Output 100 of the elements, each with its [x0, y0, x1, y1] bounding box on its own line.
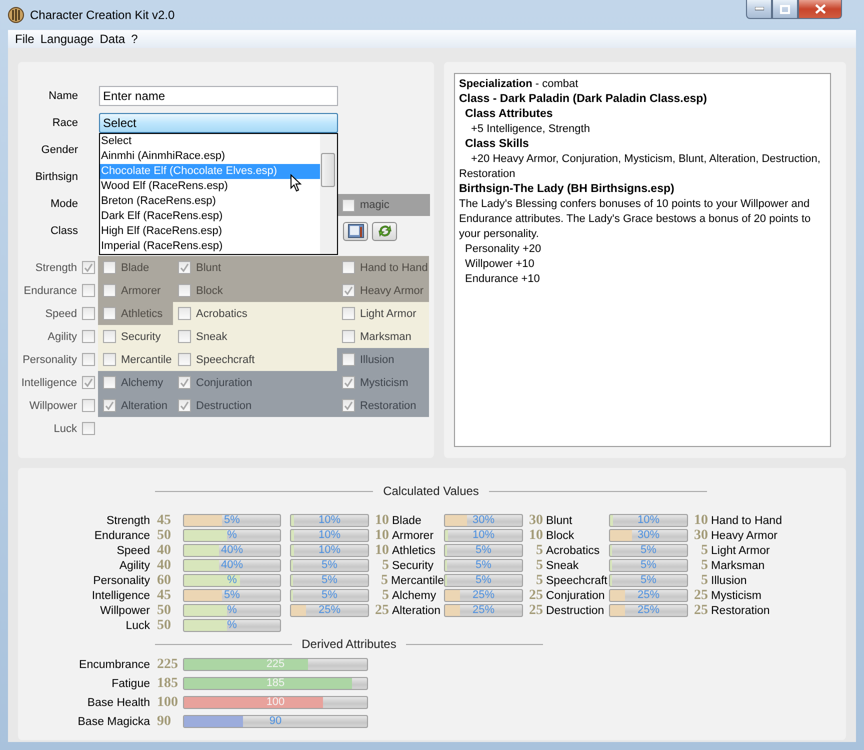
- checkbox[interactable]: [178, 284, 191, 297]
- window-title: Character Creation Kit v2.0: [30, 8, 176, 22]
- checkbox[interactable]: [82, 261, 95, 274]
- skill-label: Destruction: [196, 400, 252, 412]
- skill-name: Illusion: [711, 574, 747, 586]
- details-line: Endurance +10: [464, 272, 541, 287]
- name-field[interactable]: Enter name: [99, 86, 338, 106]
- bar-label: 25%: [317, 605, 342, 616]
- dropdown-option[interactable]: Ainmhi (AinmhiRace.esp): [100, 149, 320, 164]
- checkbox[interactable]: [178, 399, 191, 412]
- checkbox[interactable]: [82, 422, 95, 435]
- skill-value: 5: [380, 572, 388, 588]
- checkbox[interactable]: [342, 261, 355, 274]
- bar-label: 40%: [220, 545, 244, 556]
- checkbox[interactable]: [103, 261, 116, 274]
- bar-label: 10%: [317, 515, 342, 526]
- bar-label: 5%: [474, 560, 492, 571]
- checkbox[interactable]: [82, 376, 95, 389]
- menu-item[interactable]: File: [12, 32, 38, 46]
- details-line: Willpower +10: [464, 257, 536, 272]
- bar-label: 5%: [320, 560, 338, 571]
- attribute-value: 50: [156, 618, 172, 634]
- bar-label: 5%: [223, 515, 241, 526]
- checkbox[interactable]: [103, 330, 116, 343]
- dropdown-option[interactable]: Imperial (RaceRens.esp): [100, 239, 320, 254]
- race-dropdown[interactable]: Select: [99, 113, 338, 133]
- checkbox[interactable]: [178, 307, 191, 320]
- checkbox[interactable]: [103, 307, 116, 320]
- details-line: +20 Heavy Armor, Conjuration, Mysticism, Blunt, Alteration, Destruction, Restoration: [459, 152, 822, 182]
- details-line: Class Skills: [464, 137, 530, 152]
- skill-value: 5: [700, 542, 708, 558]
- dropdown-option[interactable]: High Elf (RaceRens.esp): [100, 224, 320, 239]
- minimize-button[interactable]: [746, 0, 772, 19]
- skill-value: 5: [535, 572, 543, 588]
- refresh-icon: [376, 223, 392, 239]
- checkbox[interactable]: [342, 198, 355, 212]
- details-line: The Lady's Blessing confers bonuses of 10 points to your Willpower and Endurance attributes. The Lady's Grace bestows a bonus of 20 points to your personality.: [459, 197, 812, 242]
- checkbox[interactable]: [342, 376, 355, 389]
- bar-label: 25%: [471, 590, 496, 601]
- skill-label: Conjuration: [196, 376, 252, 388]
- maximize-button[interactable]: [772, 0, 798, 19]
- refresh-button[interactable]: [372, 222, 397, 240]
- checkbox[interactable]: [82, 307, 95, 320]
- section-title: Calculated Values: [383, 484, 479, 498]
- checkbox[interactable]: [178, 261, 191, 274]
- skill-value: 25: [374, 602, 389, 618]
- cursor-icon: [290, 174, 302, 192]
- dropdown-option[interactable]: Dark Elf (RaceRens.esp): [100, 209, 320, 224]
- menu-item[interactable]: Data: [96, 32, 128, 46]
- scrollbar[interactable]: [320, 134, 337, 254]
- checkbox[interactable]: [342, 399, 355, 412]
- bar-label: 5%: [640, 560, 658, 571]
- bar-label: 40%: [220, 560, 244, 571]
- checkbox[interactable]: [342, 284, 355, 297]
- attribute-value: 100: [156, 694, 179, 710]
- checkbox[interactable]: [103, 376, 116, 389]
- attribute-label: Endurance: [24, 284, 77, 296]
- checkbox[interactable]: [342, 307, 355, 320]
- checkbox[interactable]: [103, 284, 116, 297]
- bar-label: 5%: [320, 575, 338, 586]
- skill-value: 10: [693, 512, 708, 528]
- skill-label: Heavy Armor: [360, 284, 424, 296]
- skill-name: Blade: [392, 514, 422, 526]
- checkbox[interactable]: [82, 330, 95, 343]
- bar-label: 25%: [471, 605, 496, 616]
- attribute-value: 45: [156, 512, 172, 528]
- skill-name: Blunt: [546, 514, 572, 526]
- checkbox[interactable]: [342, 353, 355, 366]
- attribute-label: Endurance: [93, 530, 150, 542]
- bar-label: 5%: [320, 590, 338, 601]
- dropdown-option[interactable]: Wood Elf (RaceRens.esp): [100, 179, 320, 194]
- checkbox[interactable]: [342, 330, 355, 343]
- attribute-label: Speed: [116, 544, 150, 556]
- dropdown-option[interactable]: Select: [100, 134, 320, 149]
- save-button[interactable]: [343, 222, 368, 240]
- checkbox[interactable]: [178, 376, 191, 389]
- menu-item[interactable]: Language: [37, 32, 97, 46]
- bar-label: 225: [265, 659, 286, 670]
- skill-name: Mercantile: [390, 574, 444, 586]
- section-title: Derived Attributes: [302, 637, 396, 651]
- menu-item[interactable]: ?: [128, 32, 141, 46]
- checkbox[interactable]: [82, 353, 95, 366]
- checkbox[interactable]: [103, 399, 116, 412]
- checkbox[interactable]: [82, 284, 95, 297]
- skill-label: Blunt: [196, 262, 222, 274]
- checkbox[interactable]: [178, 330, 191, 343]
- attribute-value: 40: [156, 558, 172, 574]
- minimize-icon: [754, 7, 764, 11]
- skill-value: 25: [528, 602, 543, 618]
- skill-value: 25: [528, 588, 543, 604]
- checkbox[interactable]: [82, 399, 95, 412]
- dropdown-option[interactable]: Breton (RaceRens.esp): [100, 194, 320, 209]
- attribute-value: 50: [156, 528, 172, 544]
- checkbox[interactable]: [103, 353, 116, 366]
- checkbox[interactable]: [178, 353, 191, 366]
- attribute-label: Luck: [54, 422, 77, 434]
- skill-name: Heavy Armor: [711, 530, 778, 542]
- skill-label: Athletics: [121, 308, 163, 320]
- skill-value: 30: [693, 528, 708, 544]
- close-button[interactable]: [798, 0, 842, 19]
